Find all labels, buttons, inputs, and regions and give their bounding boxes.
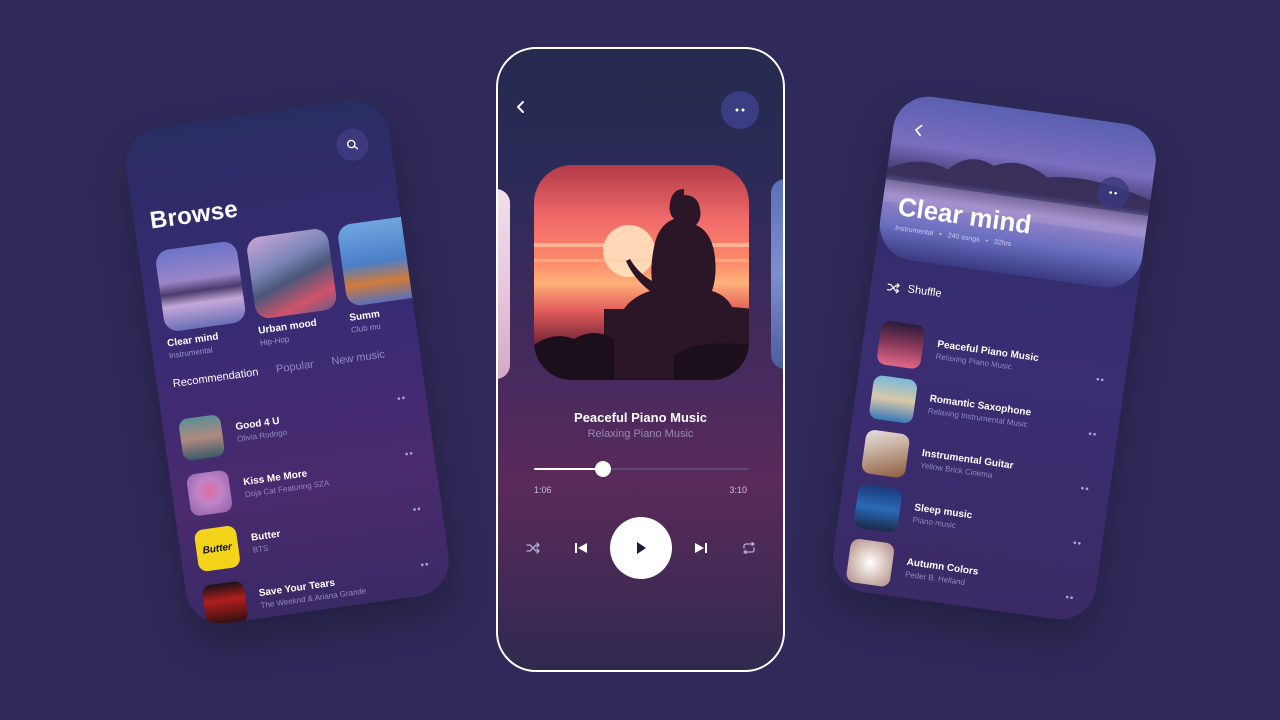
cover-art [336,214,430,308]
track-artist: BTS [252,543,269,555]
track-thumb [177,413,226,462]
track-thumb [860,428,911,479]
buddha-sunset-artwork [534,189,749,380]
more-icon[interactable]: •• [1065,592,1075,604]
more-icon[interactable]: •• [412,504,422,516]
more-icon[interactable]: •• [1072,538,1082,550]
more-icon[interactable]: •• [1095,374,1105,386]
progress-handle[interactable] [594,461,611,477]
cover-art [154,240,247,333]
elapsed-time: 1:06 [534,485,552,495]
more-button[interactable] [721,91,759,129]
track-list: Good 4 U Olivia Rodrigo •• Kiss Me More … [177,380,441,628]
chevron-left-icon [915,124,923,137]
shuffle-icon [886,282,900,293]
track-thumb [845,537,896,588]
more-icon [735,108,745,112]
more-icon[interactable]: •• [420,559,430,571]
more-icon[interactable]: •• [1088,429,1098,441]
previous-icon [574,543,587,553]
track-thumb: Butter [193,524,242,573]
featured-playlists: Clear mind Instrumental Urban mood Hip-H… [154,214,433,360]
shuffle-button[interactable]: Shuffle [886,280,942,300]
total-time: 3:10 [729,485,747,495]
chevron-left-icon [517,101,524,113]
progress-bar[interactable] [534,461,749,477]
search-button[interactable] [334,126,371,163]
play-icon [636,542,646,554]
track-title: Peaceful Piano Music [574,410,707,425]
progress-fill [534,468,603,470]
more-icon[interactable]: •• [1080,483,1090,495]
track-thumb [185,469,234,517]
previous-button[interactable] [566,533,596,563]
repeat-button[interactable] [734,533,764,563]
next-button[interactable] [686,533,716,563]
browse-screen: Browse Clear mind Instrumental Urban moo… [121,95,454,629]
back-button[interactable] [516,99,526,117]
search-icon [346,139,359,150]
album-art [534,165,749,380]
track-subtitle: Relaxing Piano Music [587,428,694,440]
repeat-icon [742,542,755,554]
track-thumb [868,373,919,424]
shuffle-button[interactable] [518,533,548,563]
tab-new-music[interactable]: New music [331,348,386,367]
now-playing-screen: Peaceful Piano Music Relaxing Piano Musi… [496,47,785,672]
browse-title: Browse [148,195,240,235]
playlist-tracks: Peaceful Piano Music Relaxing Piano Musi… [845,314,1116,619]
track-thumb [853,482,903,533]
next-album-peek[interactable] [771,179,783,369]
cover-art [245,227,339,320]
track-thumb [876,319,926,370]
track-thumb [201,580,249,628]
tab-popular[interactable]: Popular [275,358,314,375]
shuffle-icon [525,542,540,554]
playback-controls [498,517,783,579]
shuffle-label: Shuffle [906,283,943,300]
previous-album-peek[interactable] [498,189,510,379]
featured-card-urban-mood[interactable]: Urban mood Hip-Hop [245,227,342,348]
featured-card-summer[interactable]: Summ Club mu [336,214,434,335]
next-icon [694,543,707,553]
play-button[interactable] [609,517,672,579]
more-icon[interactable]: •• [397,393,407,405]
featured-card-clear-mind[interactable]: Clear mind Instrumental [154,240,251,360]
tab-recommendation[interactable]: Recommendation [172,366,259,390]
playlist-screen: Clear mind Instrumental • 240 songs • 32… [828,91,1161,625]
more-icon [1109,191,1117,195]
more-icon[interactable]: •• [404,448,414,460]
